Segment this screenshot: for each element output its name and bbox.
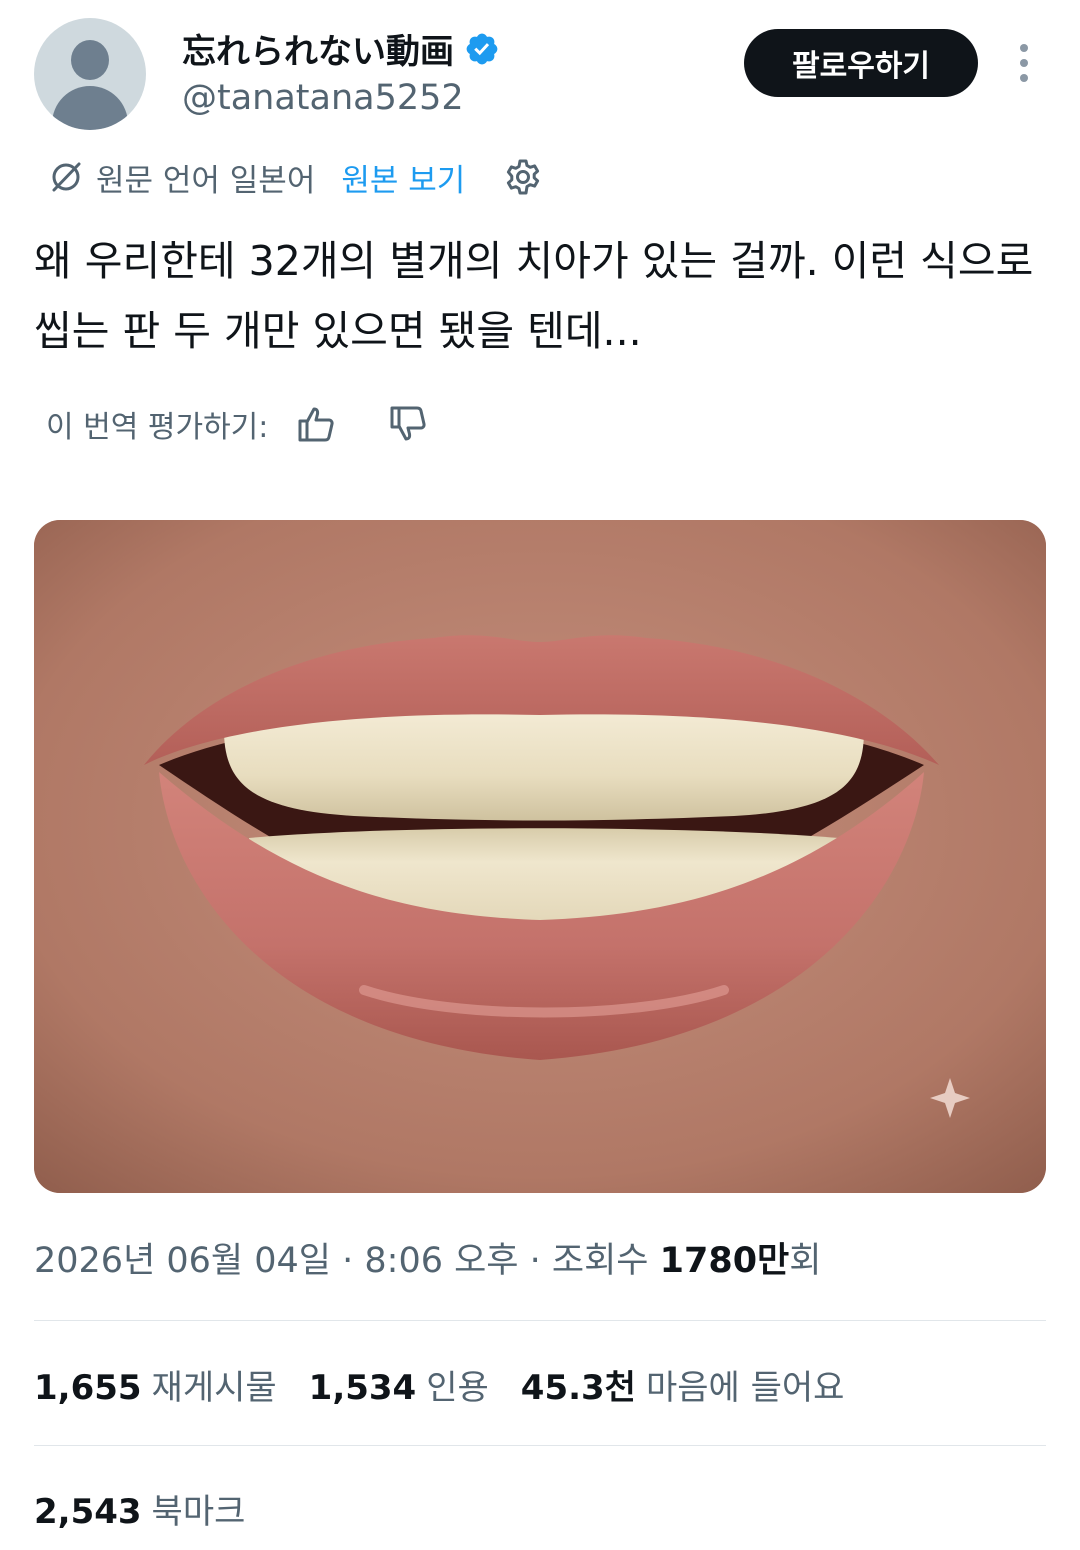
thumbs-up-icon[interactable]	[296, 404, 336, 444]
retweets-count: 1,655	[34, 1368, 142, 1408]
avatar[interactable]	[34, 18, 146, 130]
bookmarks-stat[interactable]: 2,543 북마크	[34, 1484, 245, 1533]
lips-illustration	[34, 520, 1046, 1193]
translation-source-label: 원문 언어 일본어	[96, 162, 316, 199]
rate-translation-row: 이 번역 평가하기:	[46, 400, 428, 448]
rate-translation-label: 이 번역 평가하기:	[46, 410, 269, 445]
gear-icon[interactable]	[503, 157, 543, 197]
more-options-icon[interactable]	[1010, 44, 1038, 84]
author-display-name[interactable]: 忘れられない動画	[182, 24, 454, 73]
tweet-text: 왜 우리한테 32개의 별개의 치아가 있는 걸까. 이런 식으로 씹는 판 두…	[34, 237, 1034, 355]
retweets-stat[interactable]: 1,655 재게시물	[34, 1360, 277, 1409]
verified-badge-icon	[466, 33, 498, 64]
retweets-label: 재게시물	[151, 1368, 277, 1408]
engagement-stats: 1,655 재게시물 1,534 인용 45.3천 마음에 들어요	[34, 1360, 876, 1409]
views-count: 1780만	[659, 1241, 790, 1281]
quotes-count: 1,534	[308, 1368, 417, 1408]
thumbs-down-icon[interactable]	[388, 404, 428, 444]
show-original-link[interactable]: 원본 보기	[341, 155, 465, 200]
bookmarks-label: 북마크	[151, 1492, 246, 1532]
views-label: 조회수	[551, 1241, 660, 1281]
tweet-time[interactable]: 8:06 오후	[364, 1241, 518, 1281]
tweet-media-image[interactable]	[34, 520, 1046, 1193]
avatar-head-shape	[71, 40, 109, 80]
follow-button[interactable]: 팔로우하기	[744, 29, 978, 97]
translation-row: 원문 언어 일본어 원본 보기	[48, 154, 543, 200]
meta-separator: ·	[518, 1241, 552, 1281]
author-handle[interactable]: @tanatana5252	[182, 78, 464, 118]
likes-count: 45.3천	[520, 1368, 636, 1408]
tweet-date[interactable]: 2026년 06월 04일	[34, 1241, 331, 1281]
divider	[34, 1445, 1046, 1446]
quotes-label: 인용	[426, 1368, 489, 1408]
bookmarks-count: 2,543	[34, 1492, 142, 1532]
meta-separator: ·	[331, 1241, 365, 1281]
divider	[34, 1320, 1046, 1321]
quotes-stat[interactable]: 1,534 인용	[309, 1360, 489, 1409]
translate-icon	[52, 162, 81, 192]
views-suffix: 회	[789, 1241, 822, 1281]
avatar-body-shape	[52, 86, 128, 130]
author-name-row[interactable]: 忘れられない動画	[182, 24, 500, 73]
likes-label: 마음에 들어요	[645, 1368, 845, 1408]
likes-stat[interactable]: 45.3천 마음에 들어요	[521, 1360, 845, 1409]
tweet-meta: 2026년 06월 04일 · 8:06 오후 · 조회수 1780만회	[34, 1232, 821, 1283]
